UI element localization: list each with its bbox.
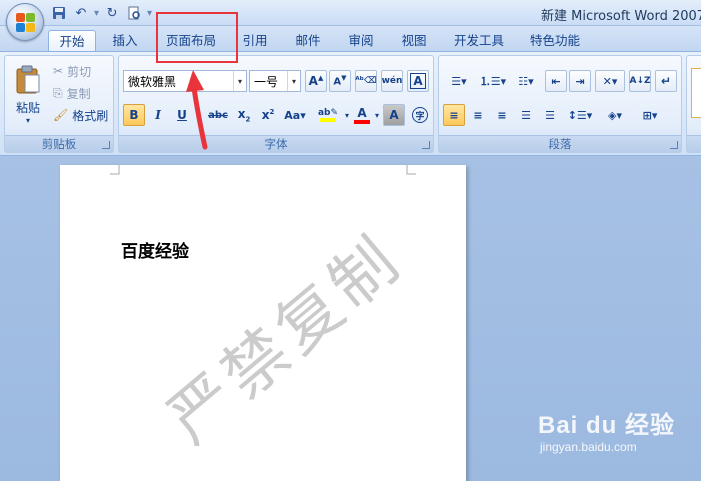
baidu-logo-text: Bai du 经验 <box>538 412 676 439</box>
office-logo-icon <box>16 13 36 33</box>
office-button[interactable] <box>6 3 44 41</box>
baidu-logo-url: jingyan.baidu.com <box>540 440 637 454</box>
baidu-jingyan-logo: Bai du 经验 jingyan.baidu.com <box>538 405 675 454</box>
